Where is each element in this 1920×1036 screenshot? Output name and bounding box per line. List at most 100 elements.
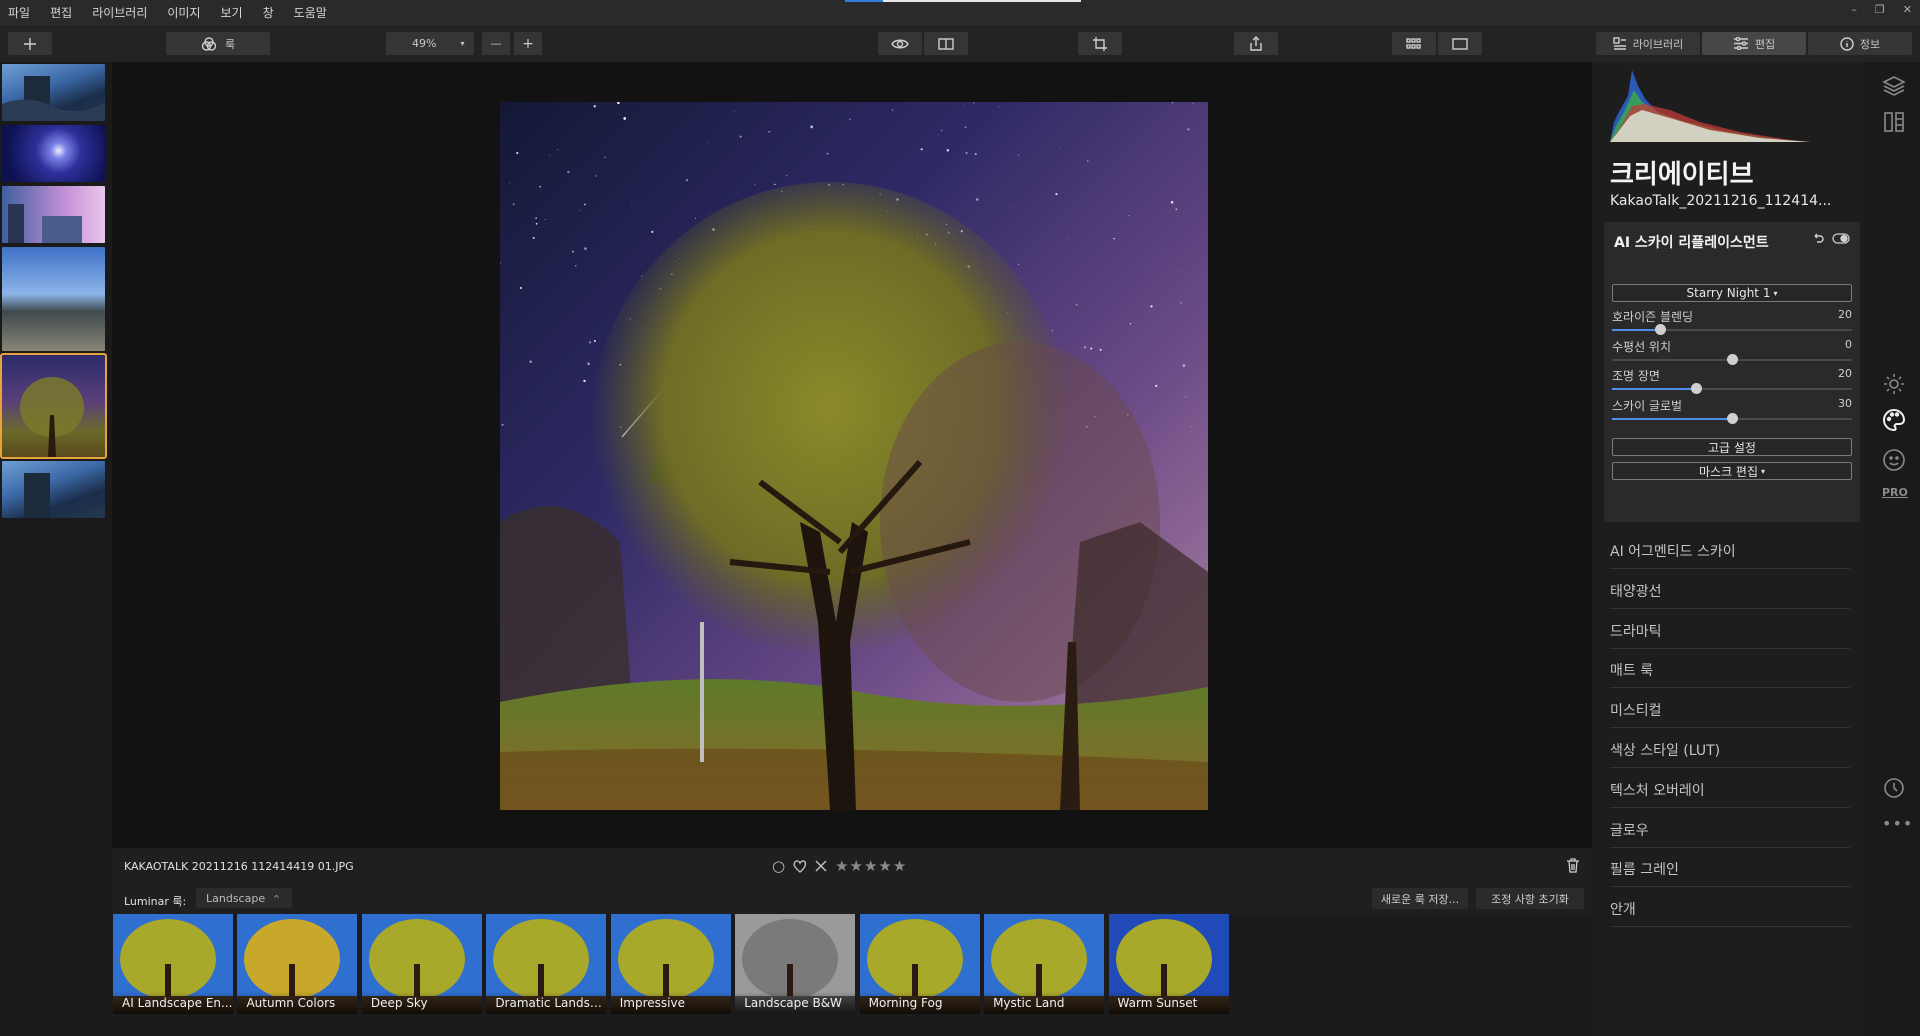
tool-slider[interactable]: 호라이즌 블렌딩 20 <box>1612 308 1852 340</box>
color-label-selector[interactable]: ○ <box>772 857 785 875</box>
pro-tools-button[interactable]: PRO <box>1882 486 1908 510</box>
menu-help[interactable]: 도움말 <box>294 4 327 21</box>
layers-icon <box>1882 76 1906 96</box>
compare-button[interactable] <box>924 32 968 55</box>
single-view-button[interactable] <box>1438 32 1482 55</box>
menu-view[interactable]: 보기 <box>221 4 243 21</box>
look-preset[interactable]: Dramatic Landsc... <box>486 914 607 1014</box>
canvas-tools-button[interactable] <box>1882 110 1906 134</box>
zoom-select[interactable]: 49% ▾ <box>386 32 474 55</box>
look-preset[interactable]: Deep Sky <box>361 914 482 1014</box>
mask-edit-label: 마스크 편집 <box>1698 464 1758 479</box>
slider-label: 수평선 위치 <box>1612 339 1672 354</box>
look-preset[interactable]: Warm Sunset <box>1108 914 1229 1014</box>
zoom-out-button[interactable]: — <box>482 32 510 55</box>
heart-icon[interactable] <box>793 859 807 873</box>
menu-edit[interactable]: 편집 <box>50 4 72 21</box>
palette-icon <box>1883 408 1906 432</box>
look-preset[interactable]: AI Landscape En... <box>113 914 233 1014</box>
tab-edit[interactable]: 편집 <box>1702 32 1806 55</box>
filmstrip-thumb[interactable] <box>2 125 105 182</box>
tool-title: AI 스카이 리플레이스먼트 <box>1614 235 1769 251</box>
filmstrip-thumb[interactable] <box>2 247 105 351</box>
star-rating[interactable]: ★★★★★ <box>835 857 907 875</box>
tab-info[interactable]: 정보 <box>1808 32 1912 55</box>
restore-button[interactable]: ❐ <box>1875 3 1885 16</box>
grid-icon <box>1406 37 1421 49</box>
tool-section[interactable]: 색상 스타일 (LUT) <box>1610 729 1850 768</box>
slider-handle[interactable] <box>1654 324 1666 335</box>
add-photos-button[interactable] <box>8 32 52 55</box>
slider-handle[interactable] <box>1726 412 1738 424</box>
tool-section[interactable]: 글로우 <box>1610 809 1850 848</box>
menu-library[interactable]: 라이브러리 <box>92 4 147 21</box>
essentials-button[interactable] <box>1882 372 1906 396</box>
trash-icon[interactable] <box>1566 858 1580 873</box>
tool-section[interactable]: 매트 룩 <box>1610 649 1850 689</box>
minimize-button[interactable]: – <box>1851 3 1857 16</box>
tool-section[interactable]: 드라마틱 <box>1610 610 1850 649</box>
looks-category-select[interactable]: Landscape ^ <box>196 888 292 908</box>
filmstrip-thumb-selected[interactable] <box>0 353 107 459</box>
slider-handle[interactable] <box>1726 353 1738 365</box>
close-button[interactable]: ✕ <box>1903 3 1912 16</box>
tool-slider[interactable]: 스카이 글로벌 30 <box>1612 397 1852 429</box>
tool-section[interactable]: AI 어그멘티드 스카이 <box>1610 530 1850 569</box>
thumb-image <box>20 377 84 457</box>
filmstrip-thumb[interactable] <box>2 186 105 243</box>
filmstrip-thumb[interactable] <box>2 461 105 518</box>
look-preset-name: Mystic Land <box>984 992 1105 1014</box>
sky-select-dropdown[interactable]: Starry Night 1 ▾ <box>1612 284 1852 302</box>
look-preset[interactable]: Morning Fog <box>859 914 980 1014</box>
advanced-settings-button[interactable]: 고급 설정 <box>1612 438 1852 456</box>
tool-slider[interactable]: 수평선 위치 0 <box>1612 338 1852 370</box>
menu-window[interactable]: 창 <box>263 4 274 21</box>
tool-section[interactable]: 태양광선 <box>1610 570 1850 609</box>
image-filename: KAKAOTALK 20211216 112414419 01.JPG <box>124 860 354 873</box>
sky-replacement-tool: AI 스카이 리플레이스먼트 Starry Night 1 ▾ 호라이즌 블렌딩… <box>1604 222 1860 522</box>
history-button[interactable] <box>1882 776 1906 800</box>
looks-button[interactable]: 룩 <box>166 32 270 55</box>
filmstrip-thumb[interactable] <box>2 64 105 121</box>
grid-view-button[interactable] <box>1392 32 1436 55</box>
tab-info-label: 정보 <box>1859 37 1881 51</box>
share-button[interactable] <box>1234 32 1278 55</box>
slider-label: 스카이 글로벌 <box>1612 398 1683 413</box>
look-preset[interactable]: Mystic Land <box>984 914 1105 1014</box>
tool-section[interactable]: 필름 그레인 <box>1610 848 1850 888</box>
save-look-button[interactable]: 새로운 룩 저장... <box>1372 888 1468 909</box>
menu-bar: 파일 편집 라이브러리 이미지 보기 창 도움말 – ❐ ✕ <box>0 0 1920 25</box>
tab-library[interactable]: 라이브러리 <box>1596 32 1700 55</box>
mask-edit-dropdown[interactable]: 마스크 편집 ▾ <box>1612 462 1852 480</box>
loading-progress-fill <box>845 0 883 2</box>
preview-eye-button[interactable] <box>878 32 922 55</box>
look-preset[interactable]: Autumn Colors <box>237 914 358 1014</box>
tool-section[interactable]: 미스티컬 <box>1610 689 1850 729</box>
image-info-bar: KAKAOTALK 20211216 112414419 01.JPG ○ ★★… <box>112 848 1592 884</box>
look-preset[interactable]: Impressive <box>610 914 731 1014</box>
image-canvas[interactable] <box>112 62 1592 848</box>
toggle-visibility-icon[interactable] <box>1832 232 1850 244</box>
tool-section[interactable]: 안개 <box>1610 888 1850 928</box>
tool-section[interactable]: 텍스처 오버레이 <box>1610 769 1850 808</box>
looks-category-value: Landscape <box>206 891 266 905</box>
menu-file[interactable]: 파일 <box>8 4 30 21</box>
zoom-value: 49% <box>412 37 437 50</box>
creative-button[interactable] <box>1882 408 1906 432</box>
more-options-icon[interactable]: ••• <box>1882 814 1912 838</box>
x-icon[interactable] <box>815 860 827 872</box>
zoom-in-button[interactable]: + <box>514 32 542 55</box>
slider-fill <box>1612 388 1696 390</box>
undo-icon[interactable] <box>1812 232 1824 244</box>
reset-adjustments-button[interactable]: 조정 사항 초기화 <box>1476 888 1584 909</box>
layers-button[interactable] <box>1882 74 1906 98</box>
slider-handle[interactable] <box>1690 383 1702 394</box>
tool-slider[interactable]: 조명 장면 20 <box>1612 367 1852 399</box>
histogram <box>1610 70 1810 142</box>
look-preset[interactable]: Landscape B&W <box>735 914 856 1014</box>
thumb-image <box>24 473 50 518</box>
portrait-button[interactable] <box>1882 448 1906 472</box>
main-photo[interactable] <box>500 102 1208 810</box>
crop-button[interactable] <box>1078 32 1122 55</box>
menu-image[interactable]: 이미지 <box>167 4 200 21</box>
